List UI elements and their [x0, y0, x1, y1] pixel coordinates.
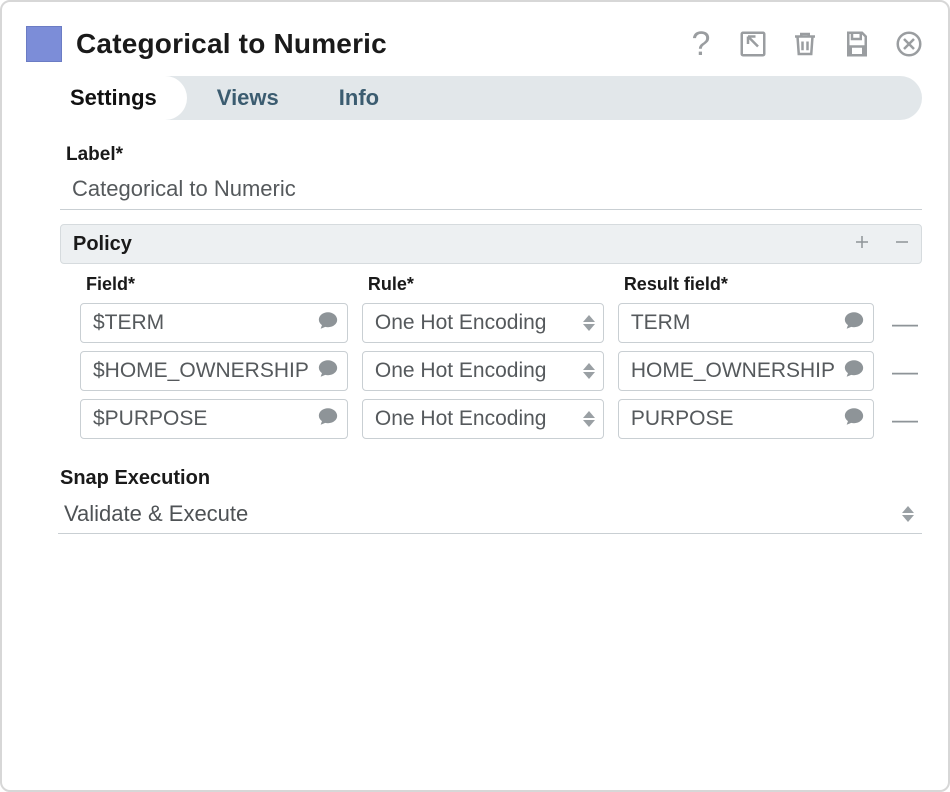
snap-color-swatch [26, 26, 62, 62]
header-left: Categorical to Numeric [26, 26, 387, 62]
snap-execution-select[interactable]: Validate & Execute [58, 494, 922, 534]
policy-rule-select-0[interactable]: One Hot Encoding [362, 303, 604, 343]
dialog-header: Categorical to Numeric ? [24, 20, 928, 76]
comment-icon[interactable] [843, 406, 865, 433]
policy-rule-select-2[interactable]: One Hot Encoding [362, 399, 604, 439]
export-icon[interactable] [738, 29, 768, 59]
snap-execution-value: Validate & Execute [64, 501, 248, 527]
chevron-updown-icon [583, 411, 595, 427]
policy-row-remove-2[interactable]: — [888, 404, 922, 435]
tab-views[interactable]: Views [187, 76, 309, 120]
close-icon[interactable] [894, 29, 924, 59]
comment-icon[interactable] [317, 406, 339, 433]
policy-row-remove-0[interactable]: — [888, 308, 922, 339]
policy-result-value-1: HOME_OWNERSHIP [631, 359, 835, 383]
tab-bar: Settings Views Info [50, 76, 922, 120]
policy-rule-value-1: One Hot Encoding [375, 359, 565, 383]
form-body: Label* Categorical to Numeric Policy Fie… [24, 120, 928, 534]
chevron-updown-icon [583, 363, 595, 379]
policy-section-header: Policy [60, 224, 922, 264]
trash-icon[interactable] [790, 29, 820, 59]
policy-grid: Field* Rule* Result field* $TERM One Hot… [60, 274, 922, 439]
policy-field-input-0[interactable]: $TERM [80, 303, 348, 343]
policy-col-rule-label: Rule* [362, 274, 604, 295]
policy-result-input-2[interactable]: PURPOSE [618, 399, 874, 439]
policy-section-title: Policy [73, 233, 132, 256]
policy-field-value-2: $PURPOSE [93, 407, 309, 431]
comment-icon[interactable] [317, 358, 339, 385]
chevron-updown-icon [583, 315, 595, 331]
label-input-value: Categorical to Numeric [72, 176, 884, 202]
tab-info[interactable]: Info [309, 76, 409, 120]
snap-execution-label: Snap Execution [60, 467, 922, 490]
policy-result-value-0: TERM [631, 311, 835, 335]
policy-field-input-1[interactable]: $HOME_OWNERSHIP [80, 351, 348, 391]
policy-field-value-1: $HOME_OWNERSHIP [93, 359, 309, 383]
policy-result-input-1[interactable]: HOME_OWNERSHIP [618, 351, 874, 391]
comment-icon[interactable] [843, 310, 865, 337]
comment-icon[interactable] [843, 358, 865, 385]
policy-result-value-2: PURPOSE [631, 407, 835, 431]
dialog: Categorical to Numeric ? Settings Views … [0, 0, 950, 792]
policy-col-result-label: Result field* [618, 274, 874, 295]
policy-result-input-0[interactable]: TERM [618, 303, 874, 343]
label-input[interactable]: Categorical to Numeric [60, 168, 922, 210]
comment-icon[interactable] [317, 310, 339, 337]
policy-rule-value-0: One Hot Encoding [375, 311, 565, 335]
policy-field-input-2[interactable]: $PURPOSE [80, 399, 348, 439]
policy-col-field-label: Field* [80, 274, 348, 295]
policy-row-remove-1[interactable]: — [888, 356, 922, 387]
policy-remove-icon[interactable] [893, 233, 911, 255]
header-actions: ? [686, 29, 924, 59]
policy-add-icon[interactable] [853, 233, 871, 255]
dialog-title: Categorical to Numeric [76, 28, 387, 60]
policy-field-value-0: $TERM [93, 311, 309, 335]
tab-settings[interactable]: Settings [44, 76, 187, 120]
chevron-updown-icon [902, 506, 914, 522]
policy-rule-select-1[interactable]: One Hot Encoding [362, 351, 604, 391]
label-field-label: Label* [66, 144, 922, 166]
save-icon[interactable] [842, 29, 872, 59]
policy-rule-value-2: One Hot Encoding [375, 407, 565, 431]
help-icon[interactable]: ? [686, 29, 716, 59]
